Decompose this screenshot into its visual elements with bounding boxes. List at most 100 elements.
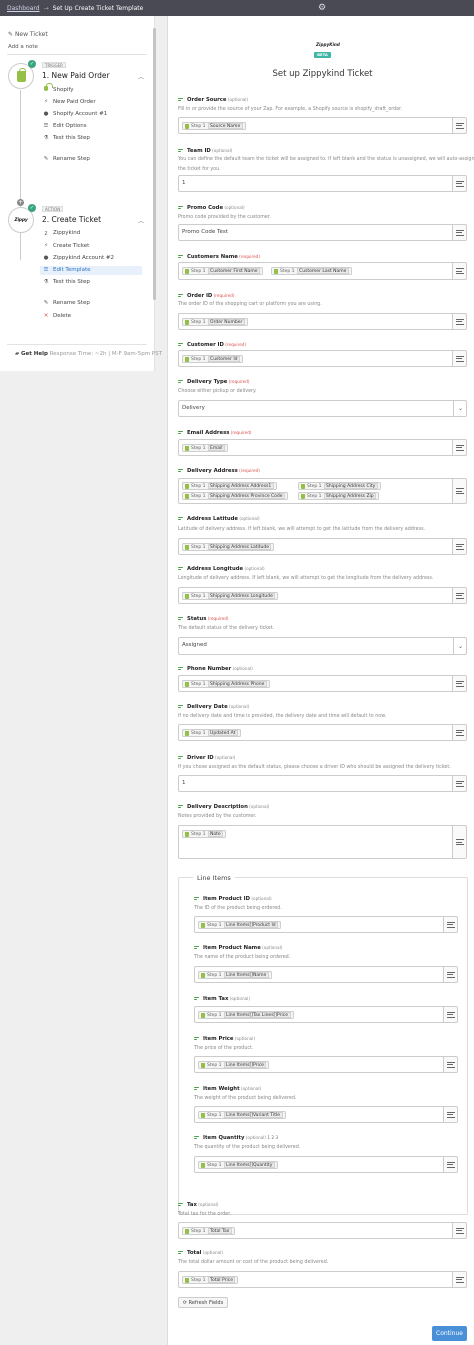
insert-field-button[interactable] bbox=[452, 1272, 466, 1287]
insert-field-button[interactable] bbox=[452, 676, 466, 691]
mapped-value-pill[interactable]: Step 1 Email bbox=[182, 444, 229, 452]
get-help[interactable]: ▰ Get Help Response Time: ~2h | M-F 9am-… bbox=[15, 351, 162, 357]
insert-field-button[interactable] bbox=[443, 1057, 457, 1072]
input-field[interactable]: Step 1 Shipping Address Latitude bbox=[178, 538, 467, 555]
mapped-value-pill[interactable]: Step 1 Line Items[]Tax Lines[]Price bbox=[198, 1011, 294, 1019]
input-field[interactable]: Step 1 Updated At bbox=[178, 724, 467, 741]
insert-field-button[interactable] bbox=[443, 917, 457, 932]
mapped-value-pill[interactable]: Step 1 Shipping Address Longitude bbox=[182, 592, 279, 600]
insert-field-button[interactable] bbox=[452, 351, 466, 366]
insert-field-button[interactable] bbox=[452, 176, 466, 191]
input-field[interactable]: Step 1 Line Items[]Product Id bbox=[194, 916, 458, 933]
insert-field-button[interactable] bbox=[443, 1007, 457, 1022]
insert-field-button[interactable] bbox=[452, 588, 466, 603]
insert-field-button[interactable] bbox=[452, 1223, 466, 1238]
mapped-value-pill[interactable]: Step 1 Customer First Name bbox=[182, 267, 264, 275]
sidebar-scrollbar[interactable] bbox=[153, 28, 156, 300]
input-field[interactable]: Step 1 Line Items[]Name bbox=[194, 966, 458, 983]
input-field[interactable]: Step 1 Email bbox=[178, 439, 467, 456]
trigger-test-link[interactable]: Test this Step bbox=[53, 134, 90, 143]
action-event-link[interactable]: Create Ticket bbox=[53, 242, 89, 251]
insert-field-button[interactable] bbox=[443, 967, 457, 982]
add-note-link[interactable]: Add a note bbox=[8, 44, 38, 50]
insert-field-button[interactable] bbox=[443, 1157, 457, 1172]
mapped-value-pill[interactable]: Step 1 Shipping Address Phone bbox=[182, 680, 270, 688]
mapped-value-pill[interactable]: Step 1 Line Items[]Name bbox=[198, 971, 272, 979]
field-label-text: Item Tax bbox=[203, 996, 229, 1002]
mapped-value-pill[interactable]: Step 1 Total Tax bbox=[182, 1227, 235, 1235]
mapped-value-pill[interactable]: Step 1 Line Items[]Price bbox=[198, 1061, 270, 1069]
input-field[interactable]: Step 1 Line Items[]Price bbox=[194, 1056, 458, 1073]
chevron-up-icon[interactable]: ︿ bbox=[138, 216, 144, 225]
insert-field-button[interactable] bbox=[452, 479, 466, 503]
insert-field-button[interactable] bbox=[452, 225, 466, 240]
gear-icon[interactable]: ⚙ bbox=[318, 3, 326, 13]
mapped-value-pill[interactable]: Step 1 Line Items[]Variant Title bbox=[198, 1111, 286, 1119]
insert-field-button[interactable] bbox=[452, 314, 466, 329]
select-field[interactable]: ⌄ Delivery bbox=[178, 400, 467, 417]
trigger-event-link[interactable]: New Paid Order bbox=[53, 98, 96, 107]
list-insert-icon bbox=[455, 444, 464, 451]
mapped-value-pill[interactable]: Step 1 Line Items[]Quantity bbox=[198, 1161, 278, 1169]
add-step-plus-icon[interactable]: + bbox=[17, 199, 24, 206]
input-field[interactable]: 1 bbox=[178, 175, 467, 192]
action-rename-link[interactable]: Rename Step bbox=[53, 299, 90, 308]
mapped-value-pill[interactable]: Step 1 Customer Id bbox=[182, 355, 244, 363]
input-field[interactable]: Step 1 Customer Id bbox=[178, 350, 467, 367]
mapped-value-pill[interactable]: Step 1 Shipping Address City bbox=[298, 482, 381, 490]
input-field[interactable]: 1 bbox=[178, 775, 467, 792]
mapped-value-pill[interactable]: Step 1 Source Name bbox=[182, 122, 246, 130]
breadcrumb-dashboard[interactable]: Dashboard bbox=[7, 5, 40, 12]
mapped-value-pill[interactable]: Step 1 Order Number bbox=[182, 318, 248, 326]
insert-field-button[interactable] bbox=[452, 263, 466, 279]
action-delete-link[interactable]: Delete bbox=[53, 312, 71, 321]
mapped-value-pill[interactable]: Step 1 Shipping Address Latitude bbox=[182, 543, 275, 551]
zap-name[interactable]: ✎ New Ticket bbox=[8, 31, 48, 38]
action-step-title[interactable]: 2. Create Ticket bbox=[42, 215, 101, 224]
pill-field-name: Order Number bbox=[207, 319, 245, 325]
mapped-value-pill[interactable]: Step 1 Note bbox=[182, 830, 227, 838]
select-field[interactable]: ⌄ Assigned bbox=[178, 637, 467, 655]
trigger-step-title[interactable]: 1. New Paid Order bbox=[42, 71, 110, 80]
insert-field-button[interactable] bbox=[452, 539, 466, 554]
mapped-value-pill[interactable]: Step 1 Customer Last Name bbox=[271, 267, 352, 275]
input-field[interactable]: Step 1 Line Items[]Tax Lines[]Price bbox=[194, 1006, 458, 1023]
insert-field-button[interactable] bbox=[452, 826, 466, 858]
input-field[interactable]: Step 1 Line Items[]Variant Title bbox=[194, 1106, 458, 1123]
refresh-fields-button[interactable]: ⟳ Refresh Fields bbox=[178, 1297, 228, 1308]
action-app-link[interactable]: Zippykind bbox=[53, 229, 80, 238]
mapped-value-pill[interactable]: Step 1 Total Price bbox=[182, 1276, 239, 1284]
mapped-value-pill[interactable]: Step 1 Shipping Address Province Code bbox=[182, 492, 289, 500]
insert-field-button[interactable] bbox=[443, 1107, 457, 1122]
trigger-app-link[interactable]: Shopify bbox=[53, 86, 73, 95]
chevron-down-icon[interactable]: ⌄ bbox=[453, 638, 466, 654]
mapped-value-pill[interactable]: Step 1 Shipping Address Address1 bbox=[182, 482, 277, 490]
chevron-up-icon[interactable]: ︿ bbox=[138, 72, 144, 81]
input-field[interactable]: Step 1 Note bbox=[178, 825, 467, 859]
insert-field-button[interactable] bbox=[452, 118, 466, 133]
input-field[interactable]: Step 1 Shipping Address Phone bbox=[178, 675, 467, 692]
input-field[interactable]: Step 1 Total Tax bbox=[178, 1222, 467, 1239]
action-account-link[interactable]: Zippykind Account #2 bbox=[53, 254, 114, 263]
input-field[interactable]: Step 1 Shipping Address Address1 Step 1 Shi… bbox=[178, 478, 467, 504]
chevron-down-icon[interactable]: ⌄ bbox=[453, 401, 466, 416]
trigger-account-link[interactable]: Shopify Account #1 bbox=[53, 110, 107, 119]
trigger-rename-link[interactable]: Rename Step bbox=[53, 155, 90, 164]
input-field[interactable]: Step 1 Total Price bbox=[178, 1271, 467, 1288]
mapped-value-pill[interactable]: Step 1 Updated At bbox=[182, 729, 241, 737]
mapped-value-pill[interactable]: Step 1 Line Items[]Product Id bbox=[198, 921, 282, 929]
mapped-value-pill[interactable]: Step 1 Shipping Address Zip bbox=[298, 492, 380, 500]
insert-field-button[interactable] bbox=[452, 440, 466, 455]
action-edit-template-link[interactable]: Edit Template bbox=[40, 266, 142, 275]
input-field[interactable]: Step 1 Shipping Address Longitude bbox=[178, 587, 467, 604]
input-field[interactable]: Step 1 Customer First Name Step 1 Customer … bbox=[178, 262, 467, 280]
trigger-edit-options-link[interactable]: Edit Options bbox=[53, 122, 87, 131]
insert-field-button[interactable] bbox=[452, 776, 466, 791]
input-field[interactable]: Step 1 Order Number bbox=[178, 313, 467, 330]
insert-field-button[interactable] bbox=[452, 725, 466, 740]
input-field[interactable]: Promo Code Test bbox=[178, 224, 467, 241]
action-test-link[interactable]: Test this Step bbox=[53, 278, 90, 287]
continue-button[interactable]: Continue bbox=[432, 1326, 467, 1341]
input-field[interactable]: Step 1 Line Items[]Quantity bbox=[194, 1156, 458, 1173]
input-field[interactable]: Step 1 Source Name bbox=[178, 117, 467, 134]
